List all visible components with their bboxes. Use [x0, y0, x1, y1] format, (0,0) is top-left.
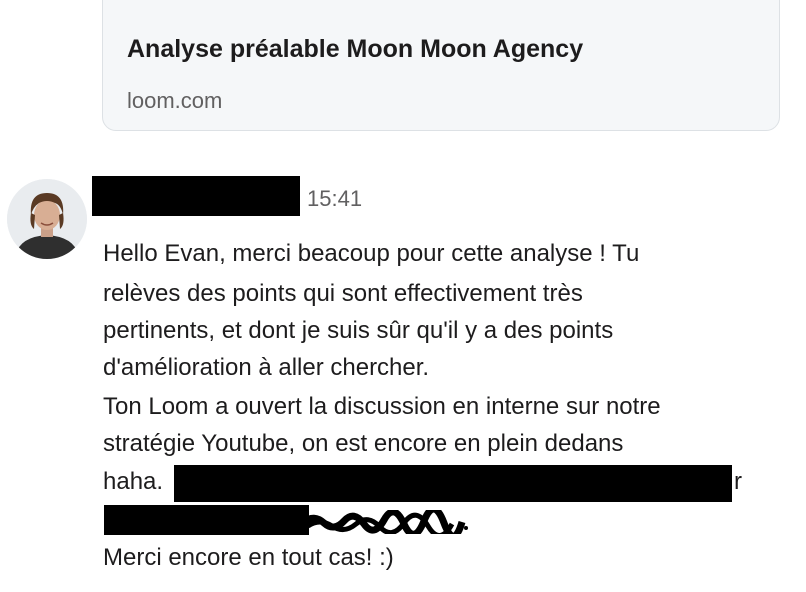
message-line: d'amélioration à aller chercher. — [103, 354, 430, 381]
redacted-text — [104, 505, 309, 535]
scribble-redaction — [301, 510, 468, 534]
link-preview-card[interactable]: Analyse préalable Moon Moon Agency loom.… — [102, 0, 780, 131]
message-line: pertinents, et dont je suis sûr qu'il y … — [103, 317, 614, 344]
redacted-text — [174, 465, 732, 502]
message-line: stratégie Youtube, on est encore en plei… — [103, 430, 624, 457]
message-line: relèves des points qui sont effectivemen… — [103, 280, 583, 307]
link-preview-domain: loom.com — [127, 88, 223, 113]
message-line: Hello Evan, merci beacoup pour cette ana… — [103, 240, 640, 267]
message-timestamp[interactable]: 15:41 — [307, 186, 362, 212]
redacted-sender-name — [92, 176, 300, 216]
message-line: haha. — [103, 468, 164, 495]
user-avatar[interactable] — [7, 179, 87, 259]
avatar-image — [7, 179, 87, 259]
message-line: Ton Loom a ouvert la discussion en inter… — [103, 393, 661, 420]
link-preview-title[interactable]: Analyse préalable Moon Moon Agency — [127, 35, 583, 64]
message-line: Merci encore en tout cas! :) — [103, 544, 394, 571]
message-fragment: r — [734, 468, 742, 495]
